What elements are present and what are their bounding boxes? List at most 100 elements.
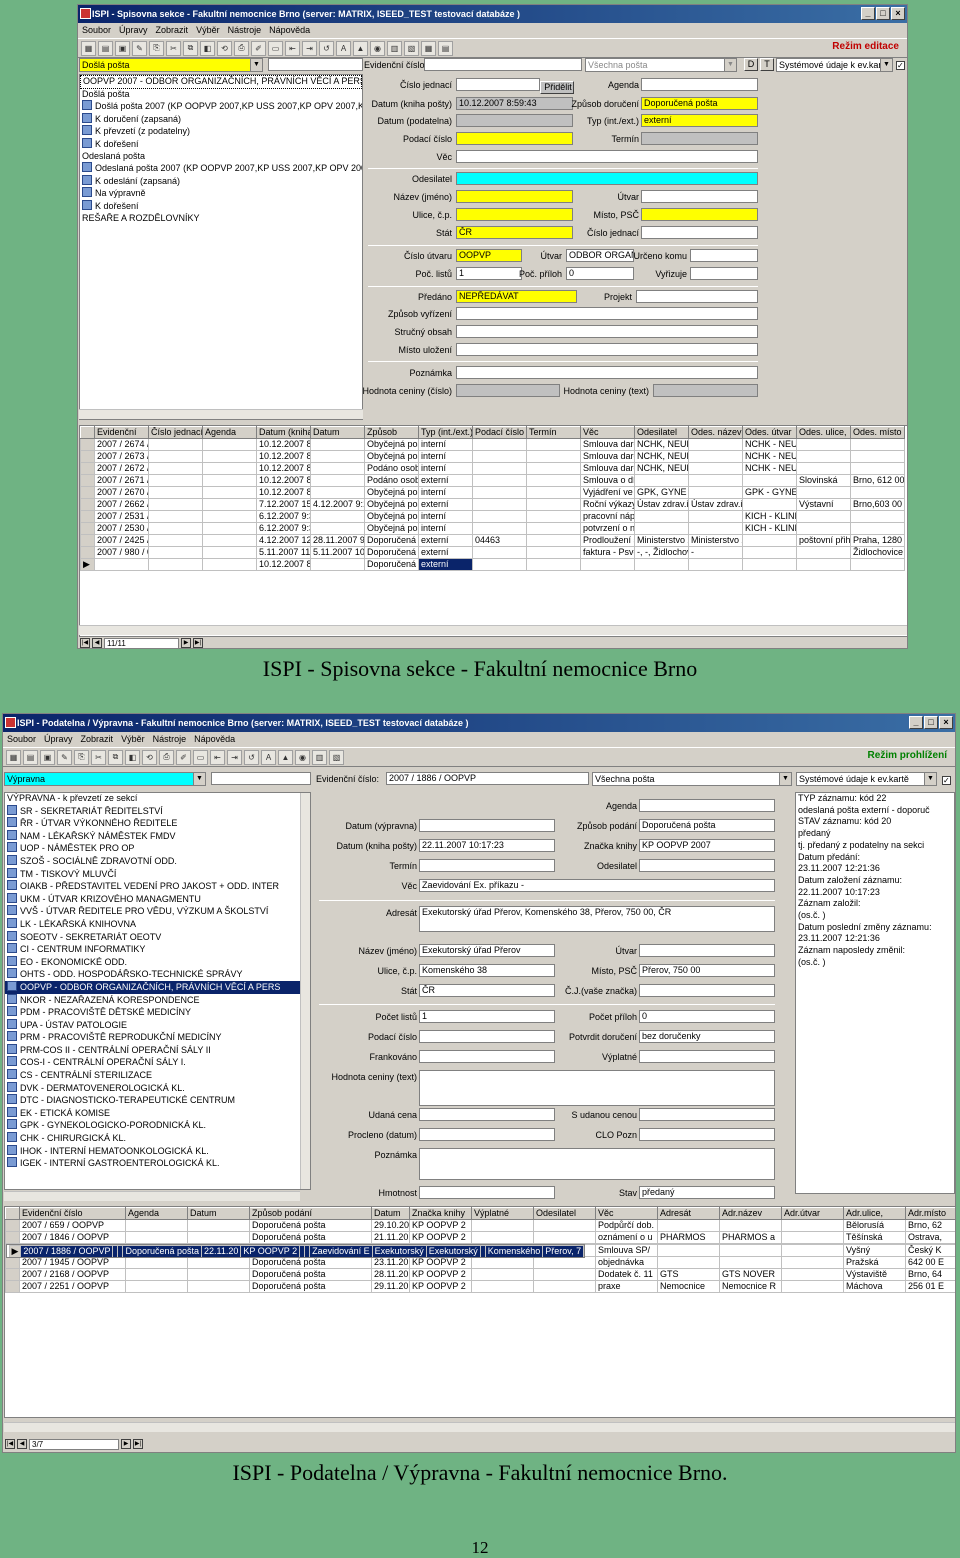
field-vyplatne[interactable] — [639, 1050, 775, 1063]
table-cell[interactable] — [742, 546, 797, 559]
tree-item[interactable]: Došlá pošta 2007 (KP OOPVP 2007,KP USS 2… — [80, 100, 362, 113]
field-poznamka[interactable] — [456, 366, 758, 379]
table-cell[interactable]: Doporučená p — [364, 534, 419, 547]
table-cell[interactable]: Český K — [905, 1244, 955, 1257]
table-cell[interactable]: 23.11.20 — [371, 1256, 410, 1269]
table-cell[interactable]: Brno, 64 — [905, 1268, 955, 1281]
field-potvrdit[interactable]: bez doručenky — [639, 1030, 775, 1043]
toolbar-button-icon[interactable]: ⟲ — [142, 749, 157, 765]
toolbar-button-icon[interactable]: ✎ — [57, 749, 72, 765]
table-cell[interactable] — [719, 1244, 782, 1257]
table-cell[interactable] — [742, 558, 797, 571]
table-cell[interactable] — [472, 450, 527, 463]
table-cell[interactable]: 21.11.20 — [371, 1231, 410, 1244]
table-cell[interactable] — [688, 510, 743, 523]
field-poznamka[interactable] — [419, 1148, 775, 1180]
table-cell[interactable] — [472, 522, 527, 535]
table-row[interactable]: 2007 / 2531 / 6.12.2007 9:3 Obyčejná poš in… — [80, 510, 905, 523]
table-cell[interactable] — [202, 438, 257, 451]
table-cell[interactable]: Doporučená p — [364, 558, 419, 571]
field-misto[interactable] — [641, 208, 758, 221]
table-cell[interactable] — [796, 486, 851, 499]
column-header[interactable]: Adr.ulice, — [843, 1207, 906, 1220]
tree-item[interactable]: Došlá pošta — [80, 89, 362, 101]
column-header[interactable]: Evidenční číslo — [19, 1207, 126, 1220]
field-utvar[interactable] — [639, 944, 775, 957]
table-cell[interactable] — [533, 1219, 596, 1232]
table-cell[interactable] — [850, 522, 905, 535]
table-row[interactable]: 2007 / 980 / 0 5.11.2007 11: 5.11.2007 10:… — [80, 546, 905, 559]
tree-item[interactable]: NAM - LÉKAŘSKÝ NÁMĚSTEK FMDV — [5, 830, 310, 843]
table-cell[interactable] — [526, 474, 581, 487]
table-cell[interactable]: 2007 / 2531 / — [94, 510, 149, 523]
field-zpusob-podani[interactable]: Doporučená pošta — [639, 819, 775, 832]
toolbar-button-icon[interactable]: ⟲ — [217, 40, 232, 56]
toolbar-button-icon[interactable]: ⇥ — [302, 40, 317, 56]
table-cell[interactable]: 2007 / 2672 / — [94, 462, 149, 475]
table-cell[interactable]: 10.12.2007 8: — [256, 462, 311, 475]
column-header[interactable]: Termín — [526, 426, 581, 439]
tree-item[interactable]: LK - LÉKAŘSKÁ KNIHOVNA — [5, 918, 310, 931]
table-cell[interactable]: Doporučená pošta — [249, 1219, 372, 1232]
table-cell[interactable]: 6.12.2007 9:3 — [256, 510, 311, 523]
table-row[interactable]: ▶ 10.12.2007 8: Doporučená p externí — [80, 558, 905, 571]
row-selector[interactable] — [80, 438, 95, 451]
field-zpusob-vyrizeni[interactable] — [456, 307, 758, 320]
tree-item[interactable]: Na výpravně — [80, 187, 362, 200]
table-cell[interactable] — [688, 522, 743, 535]
toolbar-button-icon[interactable]: ◧ — [200, 40, 215, 56]
table-cell[interactable]: Praha, 1280 — [850, 534, 905, 547]
table-cell[interactable] — [526, 498, 581, 511]
tree-item[interactable]: GPK - GYNEKOLOGICKO-PORODNICKÁ KL. — [5, 1119, 310, 1132]
table-cell[interactable]: 2007 / 2251 / OOPVP — [19, 1280, 126, 1293]
table-cell[interactable] — [202, 450, 257, 463]
table-cell[interactable] — [471, 1231, 534, 1244]
field-vyrizuje[interactable] — [690, 267, 758, 280]
search-field[interactable] — [268, 58, 363, 71]
table-cell[interactable]: Doporučená pošta — [249, 1231, 372, 1244]
tree-scrollbar[interactable] — [79, 409, 363, 419]
table-cell[interactable]: NCHK, NEUR — [634, 450, 689, 463]
toolbar-button-icon[interactable]: ▥ — [387, 40, 402, 56]
row-selector[interactable] — [5, 1280, 20, 1293]
table-cell[interactable] — [148, 462, 203, 475]
dropdown-arrow-icon[interactable]: ▼ — [924, 773, 936, 785]
tree-item[interactable]: OIAKB - PŘEDSTAVITEL VEDENÍ PRO JAKOST +… — [5, 880, 310, 893]
table-cell[interactable] — [125, 1268, 188, 1281]
tree-item[interactable]: K dořešení — [80, 200, 362, 213]
field-typ[interactable]: externí — [641, 114, 758, 127]
table-cell[interactable]: interní — [418, 438, 473, 451]
toolbar-button-icon[interactable]: ▣ — [40, 749, 55, 765]
table-cell[interactable]: 2007 / 2662 / — [94, 498, 149, 511]
table-cell[interactable]: Obyčejná poš — [364, 438, 419, 451]
table-cell[interactable]: Doporučená p — [364, 546, 419, 559]
table-cell[interactable]: Doporučená pošta — [249, 1280, 372, 1293]
table-cell[interactable] — [202, 486, 257, 499]
toolbar-button-icon[interactable]: ▧ — [404, 40, 419, 56]
toolbar-button-icon[interactable]: ▣ — [115, 40, 130, 56]
field-clo[interactable] — [639, 1128, 775, 1141]
table-cell[interactable] — [580, 558, 635, 571]
tree-item[interactable]: CI - CENTRUM INFORMATIKY — [5, 943, 310, 956]
table-cell[interactable]: KP OOPVP 2 — [409, 1231, 472, 1244]
table-cell[interactable] — [148, 510, 203, 523]
table-cell[interactable] — [125, 1280, 188, 1293]
table-cell[interactable]: Vyšný — [843, 1244, 906, 1257]
table-cell[interactable]: -, -, Židlochov — [634, 546, 689, 559]
section-select[interactable]: Výpravna ▼ — [4, 772, 206, 786]
table-cell[interactable] — [657, 1256, 720, 1269]
ev-number-field[interactable]: 2007 / 1886 / OOPVP — [386, 772, 589, 785]
table-cell[interactable]: GTS NOVER — [719, 1268, 782, 1281]
table-cell[interactable]: externí — [418, 546, 473, 559]
table-row[interactable]: 2007 / 2530 / 6.12.2007 9:3 Obyčejná poš in… — [80, 522, 905, 535]
tree-item[interactable]: Odeslaná pošta — [80, 151, 362, 163]
table-cell[interactable]: PHARMOS — [657, 1231, 720, 1244]
table-cell[interactable] — [526, 558, 581, 571]
tree-item[interactable]: OHTS - ODD. HOSPODÁŘSKO-TECHNICKÉ SPRÁVY — [5, 968, 310, 981]
field-urceno[interactable] — [690, 249, 758, 262]
table-cell[interactable]: 2007 / 2673 / — [94, 450, 149, 463]
table-cell[interactable] — [125, 1256, 188, 1269]
toolbar-button-icon[interactable]: ▲ — [278, 749, 293, 765]
menu-zobrazit[interactable]: Zobrazit — [156, 23, 189, 38]
column-header[interactable]: Evidenční — [94, 426, 149, 439]
